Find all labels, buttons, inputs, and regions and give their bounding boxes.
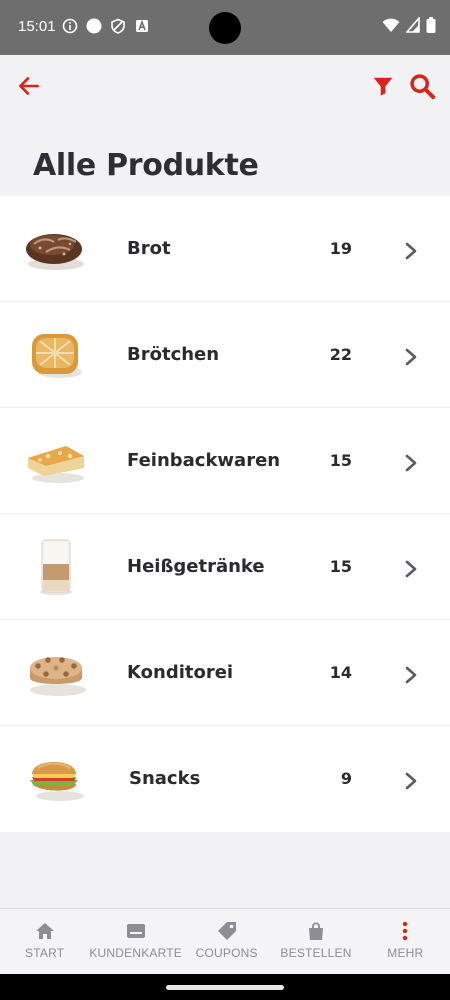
status-icons-left [62, 18, 150, 34]
category-count: 19 [329, 239, 352, 258]
cake-image [30, 657, 86, 696]
category-label: Brötchen [127, 344, 220, 365]
signal-icon [406, 17, 420, 33]
tag-icon [217, 922, 236, 940]
chevron-right-icon [405, 348, 417, 366]
latte-glass-image [40, 539, 72, 595]
pastry-slice-image [28, 446, 84, 483]
category-label: Snacks [129, 768, 201, 789]
category-label: Feinbackwaren [127, 450, 281, 471]
wifi-icon [382, 18, 400, 32]
chevron-right-icon [405, 454, 417, 472]
gesture-bar [0, 974, 450, 1000]
nav-label: BESTELLEN [280, 946, 352, 960]
bag-icon [308, 922, 323, 940]
filter-icon[interactable] [372, 75, 394, 97]
nav-item-start[interactable]: START [0, 909, 89, 974]
category-row-feinbackwaren[interactable]: Feinbackwaren 15 [0, 408, 450, 514]
card-icon [126, 924, 145, 938]
chevron-right-icon [405, 242, 417, 260]
camera-cutout [209, 12, 241, 44]
nav-label: COUPONS [195, 946, 258, 960]
category-count: 15 [329, 557, 352, 576]
more-vertical-icon [403, 921, 408, 941]
category-count: 15 [329, 451, 352, 470]
nav-item-bestellen[interactable]: BESTELLEN [271, 909, 360, 974]
category-label: Heißgetränke [127, 556, 265, 577]
chevron-right-icon [405, 560, 417, 578]
nav-label: KUNDENKARTE [89, 946, 182, 960]
category-row-heissgetraenke[interactable]: Heißgetränke 15 [0, 514, 450, 620]
bread-roll-image [32, 334, 82, 378]
status-time: 15:01 [18, 18, 56, 35]
search-icon[interactable] [408, 72, 436, 100]
nav-item-coupons[interactable]: COUPONS [182, 909, 271, 974]
bottom-navigation: START KUNDENKARTE COUPONS BESTELLEN MEHR [0, 908, 450, 974]
top-app-bar [0, 55, 450, 115]
bread-loaf-image [26, 234, 84, 270]
page-title: Alle Produkte [33, 148, 259, 183]
category-count: 22 [329, 345, 352, 364]
category-row-brot[interactable]: Brot 19 [0, 196, 450, 302]
category-row-broetchen[interactable]: Brötchen 22 [0, 302, 450, 408]
category-count: 9 [340, 769, 352, 788]
info-icon [62, 18, 78, 34]
nav-item-kundenkarte[interactable]: KUNDENKARTE [89, 909, 182, 974]
category-row-konditorei[interactable]: Konditorei 14 [0, 620, 450, 726]
nav-label: MEHR [387, 946, 424, 960]
shield-icon [111, 18, 125, 34]
chevron-right-icon [405, 772, 417, 790]
a-icon [136, 19, 148, 32]
status-bar: 15:01 [0, 0, 450, 55]
nav-item-mehr[interactable]: MEHR [361, 909, 450, 974]
arrow-left-icon[interactable] [16, 73, 42, 99]
dot-icon [86, 18, 102, 34]
home-indicator[interactable] [166, 985, 284, 990]
category-label: Konditorei [127, 662, 234, 683]
battery-icon [426, 17, 436, 33]
nav-label: START [25, 946, 65, 960]
category-row-snacks[interactable]: Snacks 9 [0, 726, 450, 832]
status-icons-right [382, 17, 436, 33]
category-list: Brot 19 Brötchen 22 Feinbackwaren 15 Hei… [0, 196, 450, 832]
chevron-right-icon [405, 666, 417, 684]
sandwich-image [30, 762, 84, 801]
category-label: Brot [127, 238, 171, 259]
home-icon [35, 923, 54, 939]
category-count: 14 [329, 663, 352, 682]
